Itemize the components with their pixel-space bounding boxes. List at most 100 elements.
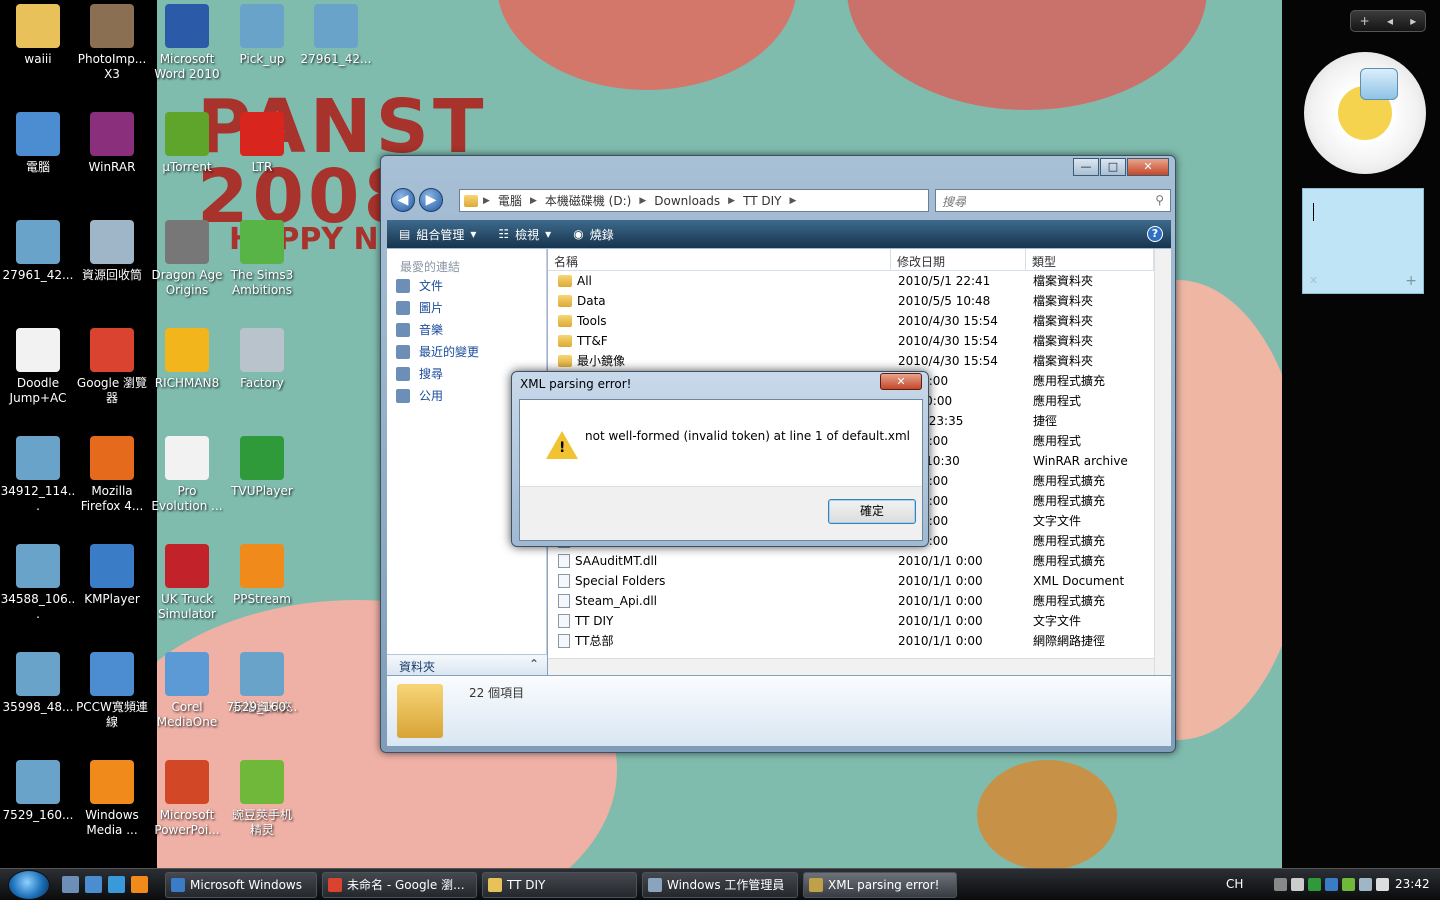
clock-time[interactable]: 23:42 (1395, 877, 1430, 891)
add-gadget-icon[interactable]: + (1360, 14, 1370, 28)
media-player-icon[interactable] (131, 876, 148, 893)
show-desktop-icon[interactable] (62, 876, 79, 893)
desktop-icon[interactable]: Dragon Age Origins (149, 220, 225, 298)
tray-app-icon[interactable] (1342, 878, 1355, 891)
language-indicator[interactable]: CH (1226, 877, 1243, 891)
desktop-icon[interactable]: KMPlayer (74, 544, 150, 607)
favorite-link[interactable]: 最近的變更 (387, 341, 546, 363)
favorite-link[interactable]: 圖片 (387, 297, 546, 319)
desktop-icon[interactable]: 7529_160... (0, 760, 76, 823)
column-header-type[interactable]: 類型 (1026, 249, 1154, 270)
keyboard-icon[interactable] (1274, 878, 1287, 891)
desktop-icon[interactable]: Microsoft PowerPoi... (149, 760, 225, 838)
notes-gadget[interactable]: ✕ + (1302, 188, 1424, 294)
column-header-date[interactable]: 修改日期 (891, 249, 1026, 270)
desktop-icon[interactable]: PhotoImp... X3 (74, 4, 150, 82)
folders-toggle[interactable]: 資料夾 ⌃ (387, 654, 547, 675)
breadcrumb-item[interactable]: TT DIY (743, 194, 781, 208)
desktop-icon[interactable]: waiii (0, 4, 76, 67)
breadcrumb-item[interactable]: 電腦 (498, 192, 522, 209)
desktop-icon[interactable]: TVUPlayer (224, 436, 300, 499)
views-button[interactable]: ☷ 檢視 ▾ (498, 226, 551, 243)
volume-icon[interactable] (1376, 878, 1389, 891)
maximize-button[interactable]: □ (1100, 158, 1126, 176)
close-button[interactable]: ✕ (1127, 158, 1169, 176)
file-row[interactable]: Data 2010/5/5 10:48 檔案資料夾 (548, 291, 1171, 311)
file-row[interactable]: TT总部 2010/1/1 0:00 網際網路捷徑 (548, 631, 1171, 651)
file-row[interactable]: Steam_Api.dll 2010/1/1 0:00 應用程式擴充 (548, 591, 1171, 611)
desktop-icon[interactable]: 34912_114... (0, 436, 76, 514)
search-input[interactable]: 搜尋 ⚲ (935, 189, 1171, 212)
forward-button[interactable]: ▶ (419, 188, 443, 212)
search-icon[interactable]: ⚲ (1155, 193, 1164, 207)
switch-windows-icon[interactable] (85, 876, 102, 893)
tray-app-icon[interactable] (1325, 878, 1338, 891)
desktop-icon[interactable]: UK Truck Simulator (149, 544, 225, 622)
desktop-icon[interactable]: 7529_160... (224, 652, 300, 715)
ok-button[interactable]: 確定 (828, 499, 916, 524)
favorite-link[interactable]: 音樂 (387, 319, 546, 341)
xml-error-dialog[interactable]: XML parsing error! ✕ ! not well-formed (… (511, 371, 929, 547)
sidebar-controls[interactable]: + ◂ ▸ (1350, 10, 1426, 32)
internet-explorer-icon[interactable] (108, 876, 125, 893)
file-row[interactable]: SAAuditMT.dll 2010/1/1 0:00 應用程式擴充 (548, 551, 1171, 571)
desktop-icon[interactable]: 35998_48... (0, 652, 76, 715)
desktop-icon[interactable]: 27961_42... (298, 4, 374, 67)
burn-button[interactable]: ◉ 燒錄 (573, 226, 614, 243)
taskbar-button[interactable]: Microsoft Windows (165, 872, 317, 898)
file-row[interactable]: Tools 2010/4/30 15:54 檔案資料夾 (548, 311, 1171, 331)
note-add-icon[interactable]: + (1405, 273, 1417, 289)
file-row[interactable]: 最小鏡像 2010/4/30 15:54 檔案資料夾 (548, 351, 1171, 371)
favorite-link[interactable]: 文件 (387, 275, 546, 297)
network-icon[interactable] (1359, 878, 1372, 891)
desktop-icon[interactable]: 27961_42... (0, 220, 76, 283)
desktop-icon[interactable]: Pick_up (224, 4, 300, 67)
file-row[interactable]: All 2010/5/1 22:41 檔案資料夾 (548, 271, 1171, 291)
help-icon[interactable]: ? (1147, 226, 1163, 242)
minimize-button[interactable]: — (1073, 158, 1099, 176)
breadcrumb-item[interactable]: Downloads (654, 194, 720, 208)
horizontal-scrollbar[interactable] (548, 658, 1154, 675)
desktop-icon[interactable]: 電腦 (0, 112, 76, 175)
prev-icon[interactable]: ◂ (1387, 14, 1393, 28)
clock-gadget[interactable] (1304, 52, 1426, 174)
address-bar[interactable]: ▶ 電腦 ▶ 本機磁碟機 (D:) ▶ Downloads ▶ TT DIY ▶ (459, 189, 929, 212)
tray-app-icon[interactable] (1308, 878, 1321, 891)
desktop-icon[interactable]: Mozilla Firefox 4... (74, 436, 150, 514)
desktop-icon[interactable]: Microsoft Word 2010 (149, 4, 225, 82)
breadcrumb-item[interactable]: 本機磁碟機 (D:) (545, 192, 631, 209)
column-header-name[interactable]: 名稱 (548, 249, 891, 270)
desktop-icon[interactable]: µTorrent (149, 112, 225, 175)
desktop-icon[interactable]: PPStream (224, 544, 300, 607)
file-row[interactable]: TT DIY 2010/1/1 0:00 文字文件 (548, 611, 1171, 631)
organize-button[interactable]: ▤ 組合管理 ▾ (399, 226, 476, 243)
desktop-icon[interactable]: Pro Evolution ... (149, 436, 225, 514)
dialog-close-button[interactable]: ✕ (880, 373, 922, 390)
start-button[interactable] (8, 870, 50, 900)
taskbar-button[interactable]: XML parsing error! (803, 872, 957, 898)
file-row[interactable]: TT&F 2010/4/30 15:54 檔案資料夾 (548, 331, 1171, 351)
taskbar-button[interactable]: Windows 工作管理員 (642, 872, 798, 898)
back-button[interactable]: ◀ (391, 188, 415, 212)
show-hidden-icon[interactable] (1291, 878, 1304, 891)
desktop-icon[interactable]: 34588_106... (0, 544, 76, 622)
desktop-icon[interactable]: Factory (224, 328, 300, 391)
desktop-icon[interactable]: LTR (224, 112, 300, 175)
vertical-scrollbar[interactable] (1154, 249, 1171, 675)
file-type: 應用程式 (1033, 394, 1082, 408)
next-icon[interactable]: ▸ (1410, 14, 1416, 28)
taskbar-button[interactable]: 未命名 - Google 瀏... (322, 872, 477, 898)
desktop-icon[interactable]: The Sims3 Ambitions (224, 220, 300, 298)
desktop-icon[interactable]: PCCW寬頻連 線 (74, 652, 150, 730)
taskbar-button[interactable]: TT DIY (482, 872, 637, 898)
file-row[interactable]: Special Folders 2010/1/1 0:00 XML Document (548, 571, 1171, 591)
desktop-icon[interactable]: 豌豆莢手机 精灵 (224, 760, 300, 838)
note-delete-icon[interactable]: ✕ (1309, 274, 1318, 287)
desktop-icon[interactable]: Corel MediaOne (149, 652, 225, 730)
desktop-icon[interactable]: Doodle Jump+AC (0, 328, 76, 406)
desktop-icon[interactable]: Google 瀏覽 器 (74, 328, 150, 406)
desktop-icon[interactable]: WinRAR (74, 112, 150, 175)
desktop-icon[interactable]: 資源回收筒 (74, 220, 150, 283)
desktop-icon[interactable]: RICHMAN8 (149, 328, 225, 391)
desktop-icon[interactable]: Windows Media ... (74, 760, 150, 838)
